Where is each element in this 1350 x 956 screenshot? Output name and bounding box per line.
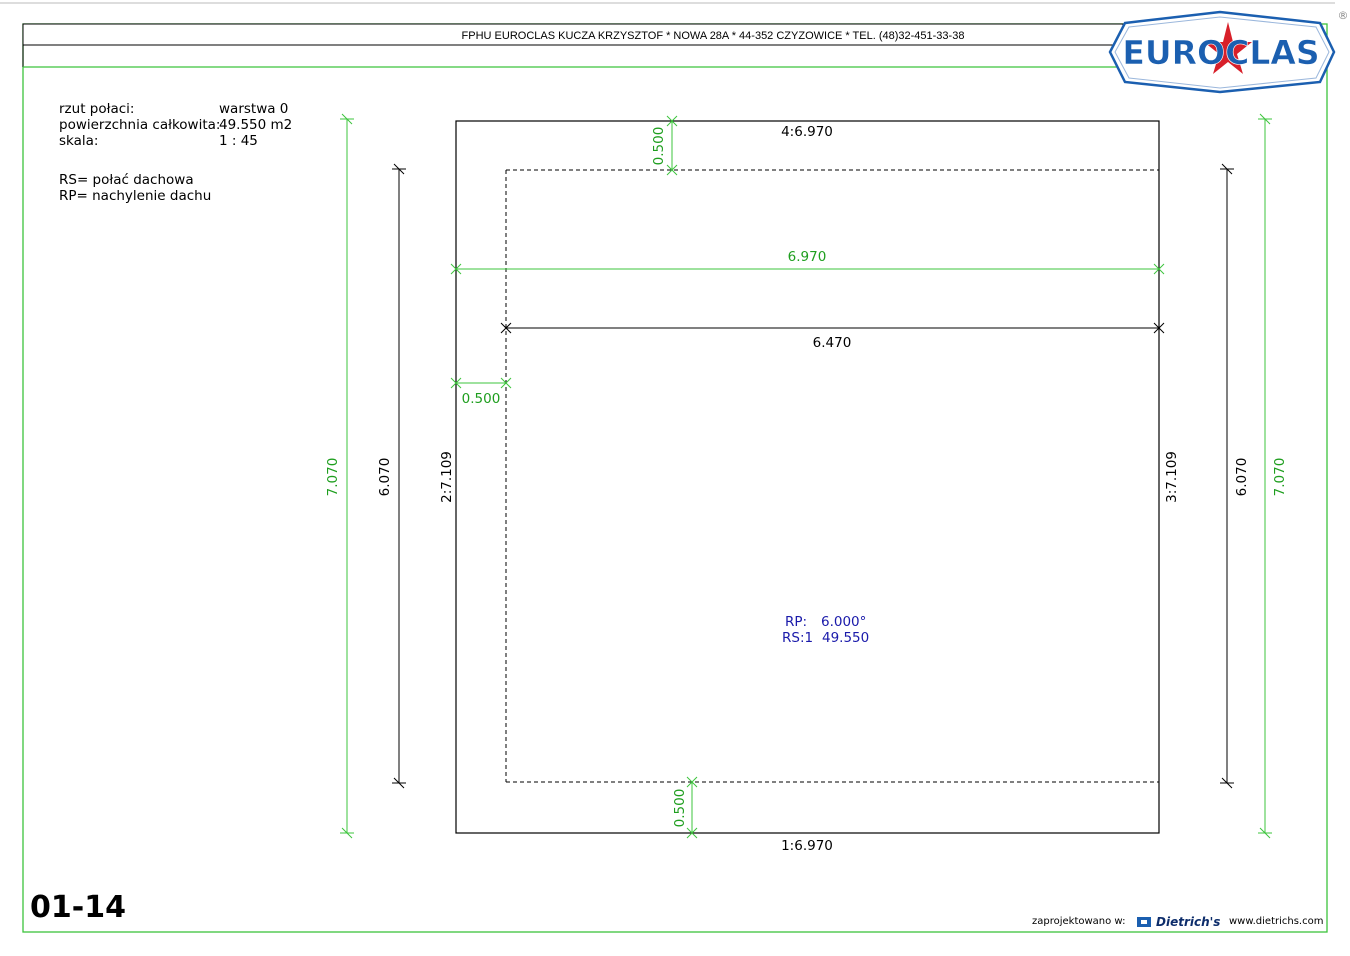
- euroclas-logo: EUROCLAS: [1108, 10, 1336, 94]
- dim-overhang-top: 0.500: [651, 115, 678, 176]
- registered-mark: ®: [1338, 9, 1349, 22]
- edge-label-bottom: 1:6.970: [781, 838, 833, 854]
- value-area: 49.550 m2: [219, 117, 293, 133]
- label-area: powierzchnia całkowita:: [59, 117, 221, 133]
- footer-url[interactable]: www.dietrichs.com: [1229, 916, 1323, 927]
- dim-width-inner-label: 6.470: [813, 335, 852, 351]
- edge-label-right: 3:7.109: [1164, 451, 1180, 503]
- dim-width-outer-label: 6.970: [788, 249, 827, 265]
- dietrichs-logo-icon: [1137, 917, 1151, 927]
- logo-text: EUROCLAS: [1122, 33, 1319, 72]
- dim-overhang-left: 0.500: [450, 377, 512, 407]
- roof-info: RP: 6.000° RS:1 49.550: [782, 614, 869, 646]
- rs-label: RS:1: [782, 630, 813, 646]
- dim-width-outer: 6.970: [450, 249, 1165, 275]
- dim-overhang-top-label: 0.500: [651, 127, 667, 166]
- rs-value: 49.550: [822, 630, 869, 646]
- footer-designed-in: zaprojektowano w:: [1032, 916, 1126, 927]
- dim-overhang-left-label: 0.500: [462, 391, 501, 407]
- footer-brand: Dietrich's: [1156, 915, 1221, 929]
- dim-height-outer-left-label: 7.070: [325, 458, 341, 497]
- legend-rs: RS= połać dachowa: [59, 172, 194, 188]
- rp-value: 6.000°: [821, 614, 866, 630]
- label-rzut: rzut połaci:: [59, 101, 135, 117]
- label-scale: skala:: [59, 133, 99, 149]
- rp-label: RP:: [785, 614, 807, 630]
- dim-height-inner-left-label: 6.070: [377, 458, 393, 497]
- roof-outline: [455, 120, 1160, 834]
- dim-height-outer-left: 7.070: [325, 113, 354, 839]
- edge-label-top: 4:6.970: [781, 124, 833, 140]
- dim-height-inner-right-label: 6.070: [1234, 458, 1250, 497]
- dim-height-inner-right: 6.070: [1220, 163, 1250, 789]
- dim-overhang-bottom: 0.500: [672, 776, 698, 839]
- edge-label-left: 2:7.109: [439, 451, 455, 503]
- value-scale: 1 : 45: [219, 133, 258, 149]
- company-line: FPHU EUROCLAS KUCZA KRZYSZTOF * NOWA 28A…: [462, 30, 965, 42]
- dim-width-inner: 6.470: [500, 322, 1165, 351]
- dim-height-outer-right-label: 7.070: [1272, 458, 1288, 497]
- legend-rp: RP= nachylenie dachu: [59, 188, 212, 204]
- sheet-number: 01-14: [30, 890, 126, 925]
- value-rzut: warstwa 0: [219, 101, 289, 117]
- dim-overhang-bottom-label: 0.500: [672, 789, 688, 828]
- dim-height-outer-right: 7.070: [1258, 113, 1288, 839]
- dim-height-inner-left: 6.070: [377, 163, 406, 789]
- drawing-canvas: FPHU EUROCLAS KUCZA KRZYSZTOF * NOWA 28A…: [0, 2, 1349, 933]
